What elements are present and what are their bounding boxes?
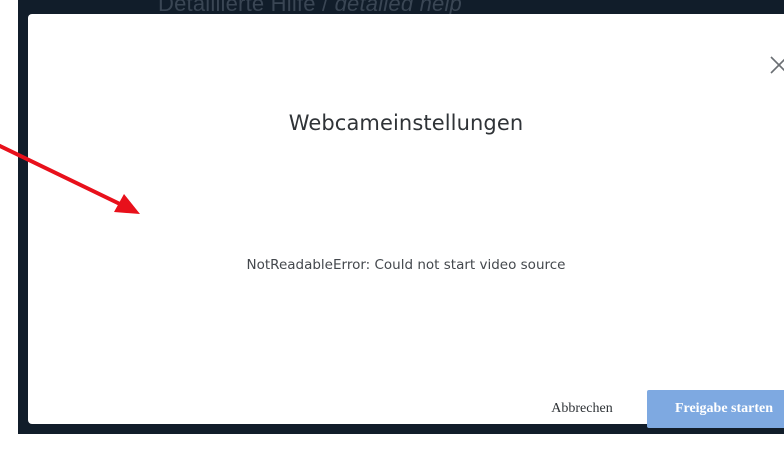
close-button[interactable] — [768, 54, 784, 76]
dialog-title: Webcameinstellungen — [288, 111, 524, 135]
error-message: NotReadableError: Could not start video … — [246, 257, 566, 273]
start-sharing-button[interactable]: Freigabe starten — [647, 390, 784, 428]
cancel-button[interactable]: Abbrechen — [531, 390, 633, 428]
webcam-settings-dialog: Webcameinstellungen NotReadableError: Co… — [28, 14, 784, 428]
close-icon — [770, 56, 784, 74]
